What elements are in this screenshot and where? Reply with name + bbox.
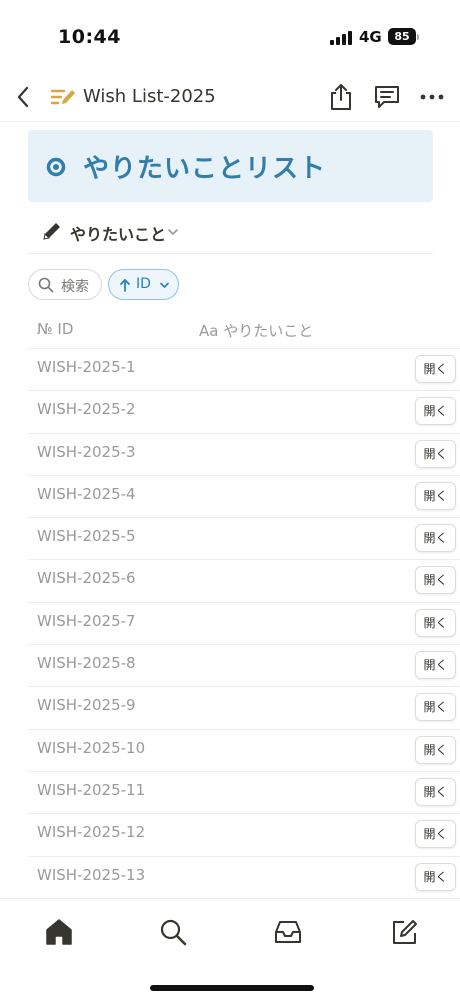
row-id: WISH-2025-5 (37, 527, 136, 546)
row-id: WISH-2025-12 (37, 823, 146, 842)
open-button[interactable]: 開く (415, 566, 456, 595)
row-id: WISH-2025-1 (37, 358, 136, 376)
sort-chip[interactable]: ID (108, 269, 179, 300)
row-id: WISH-2025-4 (37, 484, 136, 503)
search-icon[interactable] (158, 917, 188, 947)
table-row[interactable]: WISH-2025-3 開く (28, 432, 460, 475)
open-button[interactable]: 開く (415, 735, 456, 764)
home-icon[interactable] (44, 917, 74, 947)
open-button[interactable]: 開く (415, 820, 456, 849)
row-id: WISH-2025-11 (37, 780, 146, 799)
compose-icon[interactable] (390, 917, 420, 947)
battery-icon: 85 (388, 28, 416, 45)
row-id: WISH-2025-6 (37, 569, 136, 588)
table-row[interactable]: WISH-2025-4 開く (28, 474, 460, 517)
open-button[interactable]: 開く (415, 693, 456, 722)
column-label: ID (57, 320, 74, 338)
row-id: WISH-2025-8 (37, 654, 136, 673)
chevron-down-icon (168, 229, 178, 235)
row-id: WISH-2025-9 (37, 696, 136, 715)
more-icon[interactable] (418, 84, 446, 110)
signal-icon (330, 31, 354, 45)
status-time: 10:44 (58, 26, 121, 48)
chevron-down-icon (160, 282, 169, 288)
comment-icon[interactable] (373, 83, 401, 111)
row-id: WISH-2025-10 (37, 738, 146, 757)
search-chip-label: 検索 (61, 279, 89, 295)
status-bar: 10:44 4G 85 (0, 0, 460, 70)
circle-dot-icon (46, 157, 66, 177)
network-label: 4G (359, 28, 382, 46)
table-row[interactable]: WISH-2025-6 開く (28, 559, 460, 601)
page-pencil-icon (50, 89, 75, 105)
open-button[interactable]: 開く (415, 481, 456, 510)
open-button[interactable]: 開く (415, 608, 456, 637)
battery-tip (417, 34, 419, 40)
column-label: やりたいこと (223, 322, 314, 340)
nav-bar: Wish List-2025 (0, 72, 460, 122)
row-id: WISH-2025-3 (37, 442, 136, 461)
callout-heading: やりたいことリスト (83, 154, 327, 184)
home-indicator (150, 985, 314, 991)
view-label: やりたいこと (70, 225, 167, 244)
search-chip[interactable]: 検索 (28, 269, 102, 300)
table-body: WISH-2025-1 開く WISH-2025-2 開く WISH-2025-3 開く W… (28, 348, 460, 898)
table-row[interactable]: WISH-2025-5 開く (28, 517, 460, 559)
arrow-up-icon (120, 279, 130, 292)
share-icon[interactable] (328, 82, 354, 112)
number-icon: № (37, 320, 53, 338)
open-button[interactable]: 開く (415, 397, 456, 426)
table-row[interactable]: WISH-2025-10 開く (28, 728, 460, 771)
row-id: WISH-2025-7 (37, 611, 136, 630)
open-button[interactable]: 開く (415, 439, 456, 468)
text-property-icon: Aa (199, 322, 219, 340)
back-chevron-icon[interactable] (12, 84, 36, 110)
inbox-icon[interactable] (273, 917, 303, 947)
table-row[interactable]: WISH-2025-11 開く (28, 770, 460, 813)
table-row[interactable]: WISH-2025-1 開く (28, 348, 460, 390)
table-header: № ID Aa やりたいこと (28, 312, 460, 348)
open-button[interactable]: 開く (415, 651, 456, 680)
table-row[interactable]: WISH-2025-13 開く (28, 855, 460, 898)
open-button[interactable]: 開く (415, 524, 456, 553)
app-screen: 10:44 4G 85 Wish List-2025 やりたいことリスト やりた… (0, 0, 460, 1000)
page-title[interactable]: Wish List-2025 (83, 86, 216, 107)
row-id: WISH-2025-2 (37, 400, 136, 419)
table-row[interactable]: WISH-2025-9 開く (28, 686, 460, 728)
column-header-title[interactable]: Aa やりたいこと (199, 320, 313, 341)
open-button[interactable]: 開く (415, 355, 456, 383)
database-view-selector[interactable]: やりたいこと (28, 210, 433, 254)
table-row[interactable]: WISH-2025-2 開く (28, 390, 460, 432)
open-button[interactable]: 開く (415, 862, 456, 891)
table-row[interactable]: WISH-2025-12 開く (28, 813, 460, 855)
sort-chip-label: ID (136, 276, 151, 292)
row-id: WISH-2025-13 (37, 865, 146, 884)
callout-block[interactable]: やりたいことリスト (28, 130, 433, 202)
search-icon (38, 277, 54, 293)
table-row[interactable]: WISH-2025-8 開く (28, 644, 460, 686)
pencil-icon (43, 223, 60, 240)
open-button[interactable]: 開く (415, 777, 456, 806)
column-header-id[interactable]: № ID (37, 320, 73, 338)
table-row[interactable]: WISH-2025-7 開く (28, 601, 460, 644)
